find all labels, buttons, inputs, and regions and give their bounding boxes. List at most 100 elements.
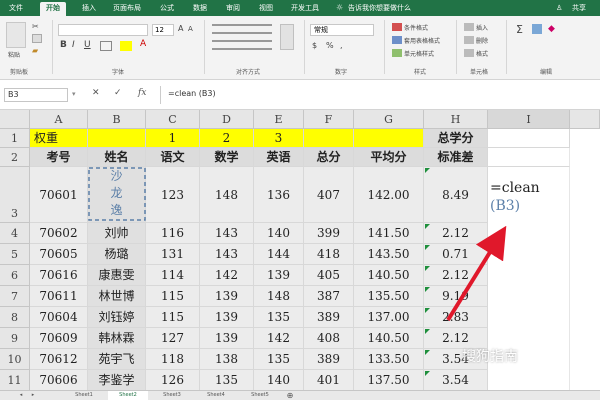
cell-styles-button[interactable]: 单元格样式 bbox=[404, 49, 434, 58]
cell-h7[interactable]: 9.19 bbox=[424, 286, 488, 307]
row-header[interactable]: 2 bbox=[0, 148, 30, 167]
cell-d10[interactable]: 138 bbox=[200, 349, 254, 370]
cell-b8[interactable]: 刘钰婷 bbox=[88, 307, 146, 328]
conditional-format-button[interactable]: 条件格式 bbox=[404, 23, 428, 32]
cell-f2[interactable]: 总分 bbox=[304, 148, 354, 167]
cell-c8[interactable]: 115 bbox=[146, 307, 200, 328]
cell-i7[interactable] bbox=[488, 286, 570, 307]
cell-i3[interactable]: =clean (B3) bbox=[488, 167, 570, 223]
cell-e5[interactable]: 144 bbox=[254, 244, 304, 265]
delete-cells-button[interactable]: 删除 bbox=[476, 36, 488, 45]
cell-e11[interactable]: 140 bbox=[254, 370, 304, 390]
paste-icon[interactable] bbox=[6, 22, 26, 48]
cell-f9[interactable]: 408 bbox=[304, 328, 354, 349]
cell-g10[interactable]: 133.50 bbox=[354, 349, 424, 370]
table-format-button[interactable]: 套用表格格式 bbox=[404, 36, 440, 45]
cell-b2[interactable]: 姓名 bbox=[88, 148, 146, 167]
insert-function-icon[interactable]: fx bbox=[138, 88, 146, 98]
tab-insert[interactable]: 插入 bbox=[78, 2, 100, 16]
row-header[interactable]: 9 bbox=[0, 328, 30, 349]
scroll-left-icon[interactable]: ◂ bbox=[16, 391, 26, 400]
italic-icon[interactable]: I bbox=[72, 40, 75, 50]
formula-input[interactable]: =clean (B3) bbox=[168, 88, 594, 102]
wrap-text-icon[interactable] bbox=[280, 24, 294, 50]
worksheet-grid[interactable]: A B C D E F G H I 1 权重 1 2 3 总学分 2 考号 姓名 语文 数学 英语 总分… bbox=[0, 110, 600, 390]
enter-icon[interactable]: ✓ bbox=[114, 88, 122, 98]
font-name-select[interactable] bbox=[58, 24, 148, 36]
cell-g8[interactable]: 137.00 bbox=[354, 307, 424, 328]
cell-g6[interactable]: 140.50 bbox=[354, 265, 424, 286]
name-box[interactable]: B3 bbox=[4, 88, 68, 102]
cell-c9[interactable]: 127 bbox=[146, 328, 200, 349]
cell-i8[interactable] bbox=[488, 307, 570, 328]
cell-d6[interactable]: 142 bbox=[200, 265, 254, 286]
row-header[interactable]: 4 bbox=[0, 223, 30, 244]
cell-g11[interactable]: 137.50 bbox=[354, 370, 424, 390]
sheet-tab-active[interactable]: Sheet2 bbox=[108, 391, 148, 400]
cell-e10[interactable]: 135 bbox=[254, 349, 304, 370]
cell-f8[interactable]: 389 bbox=[304, 307, 354, 328]
comma-icon[interactable]: , bbox=[340, 41, 343, 50]
cell-b4[interactable]: 刘帅 bbox=[88, 223, 146, 244]
cell-e2[interactable]: 英语 bbox=[254, 148, 304, 167]
sheet-tab[interactable]: Sheet1 bbox=[64, 391, 104, 400]
vertical-align-icon[interactable] bbox=[212, 24, 272, 34]
cell-g3[interactable]: 142.00 bbox=[354, 167, 424, 223]
cell-i11[interactable] bbox=[488, 370, 570, 390]
horizontal-align-icon[interactable] bbox=[212, 40, 272, 50]
name-box-dropdown-icon[interactable]: ▾ bbox=[72, 90, 78, 100]
row-header[interactable]: 6 bbox=[0, 265, 30, 286]
cell-c7[interactable]: 115 bbox=[146, 286, 200, 307]
cell-i2[interactable] bbox=[488, 148, 570, 167]
cell-c1[interactable]: 1 bbox=[146, 129, 200, 148]
tab-formulas[interactable]: 公式 bbox=[156, 2, 178, 16]
cell-b11[interactable]: 李鉴学 bbox=[88, 370, 146, 390]
sheet-tab[interactable]: Sheet4 bbox=[196, 391, 236, 400]
select-all-corner[interactable] bbox=[0, 110, 30, 129]
row-header[interactable]: 11 bbox=[0, 370, 30, 390]
number-format-select[interactable]: 常规 bbox=[310, 24, 374, 36]
cell-b7[interactable]: 林世博 bbox=[88, 286, 146, 307]
cell-e4[interactable]: 140 bbox=[254, 223, 304, 244]
cell-a6[interactable]: 70616 bbox=[30, 265, 88, 286]
row-header[interactable]: 3 bbox=[0, 167, 30, 223]
cell-f4[interactable]: 399 bbox=[304, 223, 354, 244]
font-color-icon[interactable]: A bbox=[140, 39, 146, 49]
cell-a3[interactable]: 70601 bbox=[30, 167, 88, 223]
share-button[interactable]: 共享 bbox=[566, 2, 592, 16]
tab-file[interactable]: 文件 bbox=[4, 2, 28, 16]
cell-g5[interactable]: 143.50 bbox=[354, 244, 424, 265]
row-header[interactable]: 7 bbox=[0, 286, 30, 307]
tab-data[interactable]: 数据 bbox=[188, 2, 212, 16]
decrease-font-icon[interactable]: A bbox=[188, 25, 193, 33]
cell-g2[interactable]: 平均分 bbox=[354, 148, 424, 167]
cell-h1[interactable]: 总学分 bbox=[424, 129, 488, 148]
cell-g7[interactable]: 135.50 bbox=[354, 286, 424, 307]
cell-i10[interactable] bbox=[488, 349, 570, 370]
cell-b9[interactable]: 韩林霖 bbox=[88, 328, 146, 349]
cell-g9[interactable]: 140.50 bbox=[354, 328, 424, 349]
cut-icon[interactable]: ✂ bbox=[32, 22, 42, 31]
row-header[interactable]: 5 bbox=[0, 244, 30, 265]
cell-b1[interactable] bbox=[88, 129, 146, 148]
cell-a11[interactable]: 70606 bbox=[30, 370, 88, 390]
increase-font-icon[interactable]: A bbox=[178, 24, 183, 33]
cell-b6[interactable]: 康惠雯 bbox=[88, 265, 146, 286]
cell-c11[interactable]: 126 bbox=[146, 370, 200, 390]
tab-page-layout[interactable]: 页面布局 bbox=[108, 2, 146, 16]
cell-a10[interactable]: 70612 bbox=[30, 349, 88, 370]
cell-d5[interactable]: 143 bbox=[200, 244, 254, 265]
bold-icon[interactable]: B bbox=[60, 40, 67, 50]
cell-f11[interactable]: 401 bbox=[304, 370, 354, 390]
cell-h10[interactable]: 3.54 bbox=[424, 349, 488, 370]
tab-view[interactable]: 视图 bbox=[254, 2, 278, 16]
cell-d2[interactable]: 数学 bbox=[200, 148, 254, 167]
column-header[interactable]: A bbox=[30, 110, 88, 129]
cell-d4[interactable]: 143 bbox=[200, 223, 254, 244]
cell-a2[interactable]: 考号 bbox=[30, 148, 88, 167]
cell-i6[interactable] bbox=[488, 265, 570, 286]
cell-a4[interactable]: 70602 bbox=[30, 223, 88, 244]
cell-a1[interactable]: 权重 bbox=[30, 129, 88, 148]
font-size-select[interactable]: 12 bbox=[152, 24, 174, 36]
cancel-icon[interactable]: ✕ bbox=[92, 88, 100, 98]
